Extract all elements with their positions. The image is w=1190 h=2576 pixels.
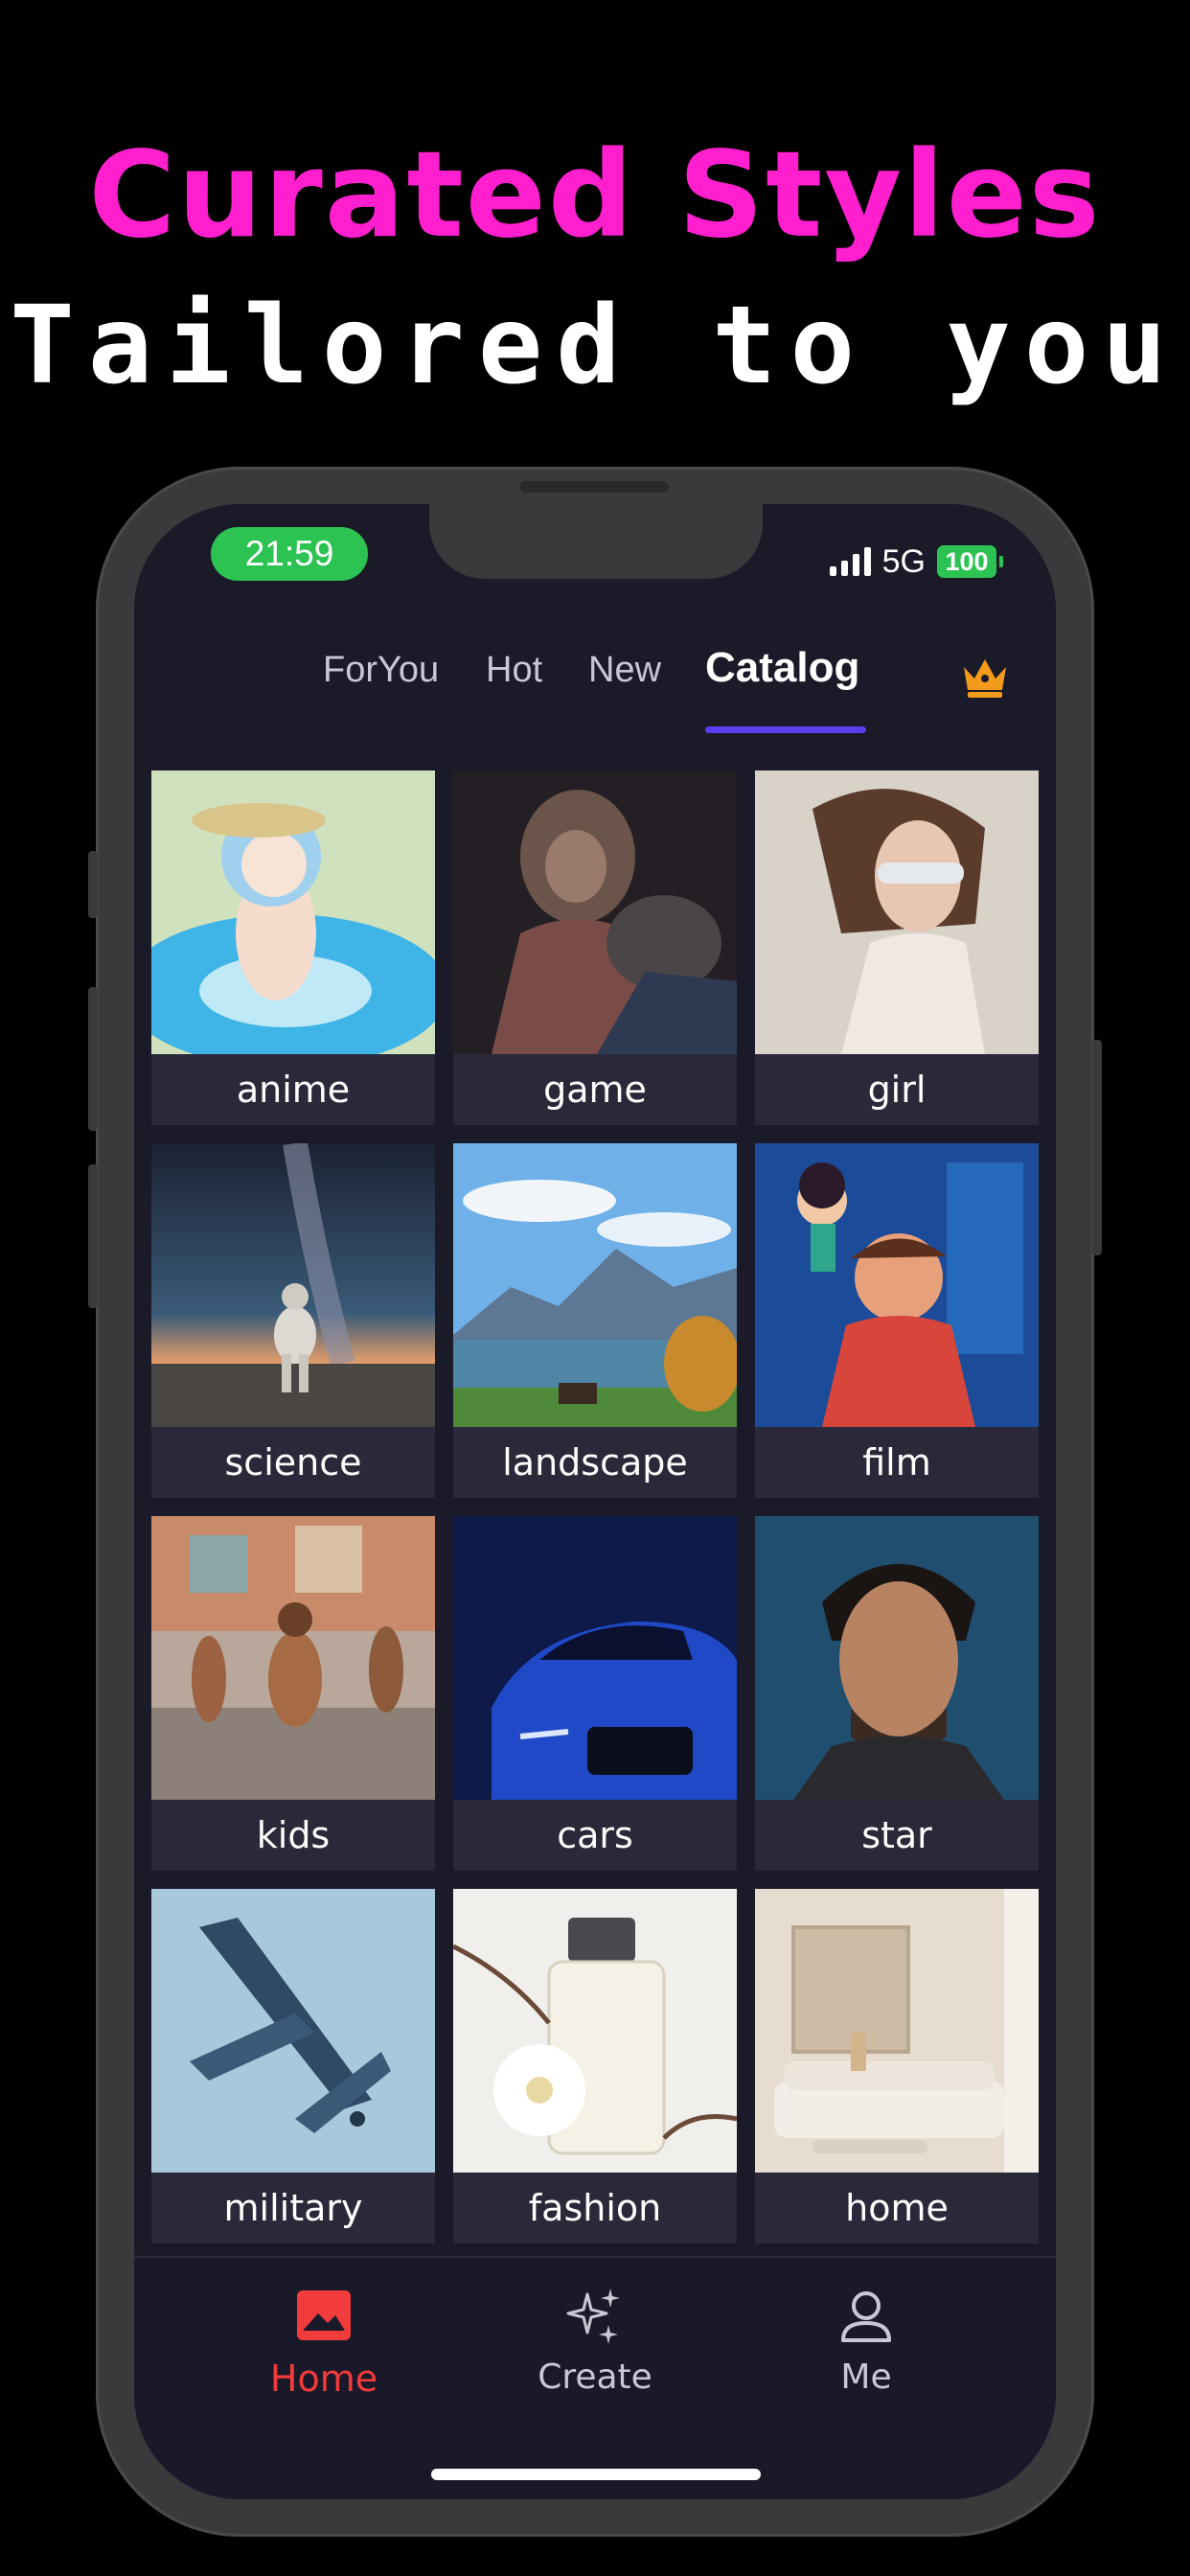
- catalog-item-label: anime: [236, 1069, 351, 1111]
- catalog-item-anime[interactable]: anime: [151, 770, 435, 1125]
- film-thumbnail: [755, 1143, 1039, 1427]
- catalog-item-label: game: [543, 1069, 647, 1111]
- nav-me[interactable]: Me: [770, 2285, 962, 2397]
- nav-create-label: Create: [538, 2358, 652, 2397]
- volume-up-button: [88, 987, 98, 1131]
- catalog-item-landscape[interactable]: landscape: [453, 1143, 737, 1498]
- star-thumbnail: [755, 1516, 1039, 1800]
- catalog-item-home[interactable]: home: [755, 1889, 1039, 2243]
- catalog-item-label: landscape: [502, 1441, 688, 1484]
- fashion-thumbnail: [453, 1889, 737, 2173]
- nav-create[interactable]: Create: [499, 2285, 691, 2397]
- home-thumbnail: [755, 1889, 1039, 2173]
- mute-switch: [88, 851, 98, 918]
- catalog-item-label: kids: [256, 1814, 331, 1856]
- home-indicator[interactable]: [431, 2469, 761, 2480]
- catalog-item-film[interactable]: film: [755, 1143, 1039, 1498]
- crown-icon[interactable]: [960, 654, 1010, 700]
- network-type: 5G: [881, 542, 926, 580]
- app-screen: 21:59 5G 100 ForYou Hot New Catalog anim…: [134, 504, 1056, 2499]
- catalog-item-game[interactable]: game: [453, 770, 737, 1125]
- status-indicators: 5G 100: [829, 540, 1003, 583]
- promo-subheadline: Tailored to you: [10, 284, 1180, 408]
- catalog-item-label: military: [223, 2187, 363, 2229]
- sparkles-icon: [566, 2288, 620, 2344]
- catalog-item-label: fashion: [528, 2187, 662, 2229]
- bottom-navigation: Home Create Me: [134, 2256, 1056, 2499]
- catalog-item-military[interactable]: military: [151, 1889, 435, 2243]
- catalog-item-label: home: [845, 2187, 949, 2229]
- tab-catalog[interactable]: Catalog: [705, 644, 859, 692]
- nav-home[interactable]: Home: [228, 2285, 420, 2400]
- catalog-item-label: cars: [557, 1814, 633, 1856]
- game-thumbnail: [453, 770, 737, 1054]
- catalog-item-science[interactable]: science: [151, 1143, 435, 1498]
- status-time: 21:59: [211, 527, 368, 581]
- tab-new[interactable]: New: [588, 650, 661, 691]
- image-icon: [297, 2290, 351, 2340]
- volume-down-button: [88, 1164, 98, 1308]
- catalog-item-star[interactable]: star: [755, 1516, 1039, 1871]
- science-thumbnail: [151, 1143, 435, 1427]
- power-button: [1092, 1040, 1102, 1255]
- catalog-item-girl[interactable]: girl: [755, 770, 1039, 1125]
- category-tabs: ForYou Hot New Catalog: [134, 644, 1056, 717]
- promo-headline: Curated Styles: [88, 126, 1102, 264]
- catalog-item-kids[interactable]: kids: [151, 1516, 435, 1871]
- phone-speaker: [520, 481, 669, 493]
- cellular-signal-icon: [829, 547, 871, 576]
- landscape-thumbnail: [453, 1143, 737, 1427]
- catalog-item-fashion[interactable]: fashion: [453, 1889, 737, 2243]
- tab-foryou[interactable]: ForYou: [323, 650, 439, 691]
- girl-thumbnail: [755, 770, 1039, 1054]
- catalog-item-label: film: [862, 1441, 931, 1484]
- catalog-item-label: star: [861, 1814, 932, 1856]
- nav-me-label: Me: [840, 2358, 892, 2397]
- person-icon: [841, 2291, 891, 2342]
- active-tab-indicator: [705, 726, 866, 733]
- cars-thumbnail: [453, 1516, 737, 1800]
- nav-home-label: Home: [269, 2358, 378, 2400]
- military-thumbnail: [151, 1889, 435, 2173]
- catalog-item-cars[interactable]: cars: [453, 1516, 737, 1871]
- battery-icon: 100: [937, 545, 1003, 578]
- tab-hot[interactable]: Hot: [486, 650, 542, 691]
- kids-thumbnail: [151, 1516, 435, 1800]
- anime-thumbnail: [151, 770, 435, 1054]
- catalog-item-label: girl: [867, 1069, 927, 1111]
- notch: [429, 504, 763, 579]
- catalog-item-label: science: [224, 1441, 362, 1484]
